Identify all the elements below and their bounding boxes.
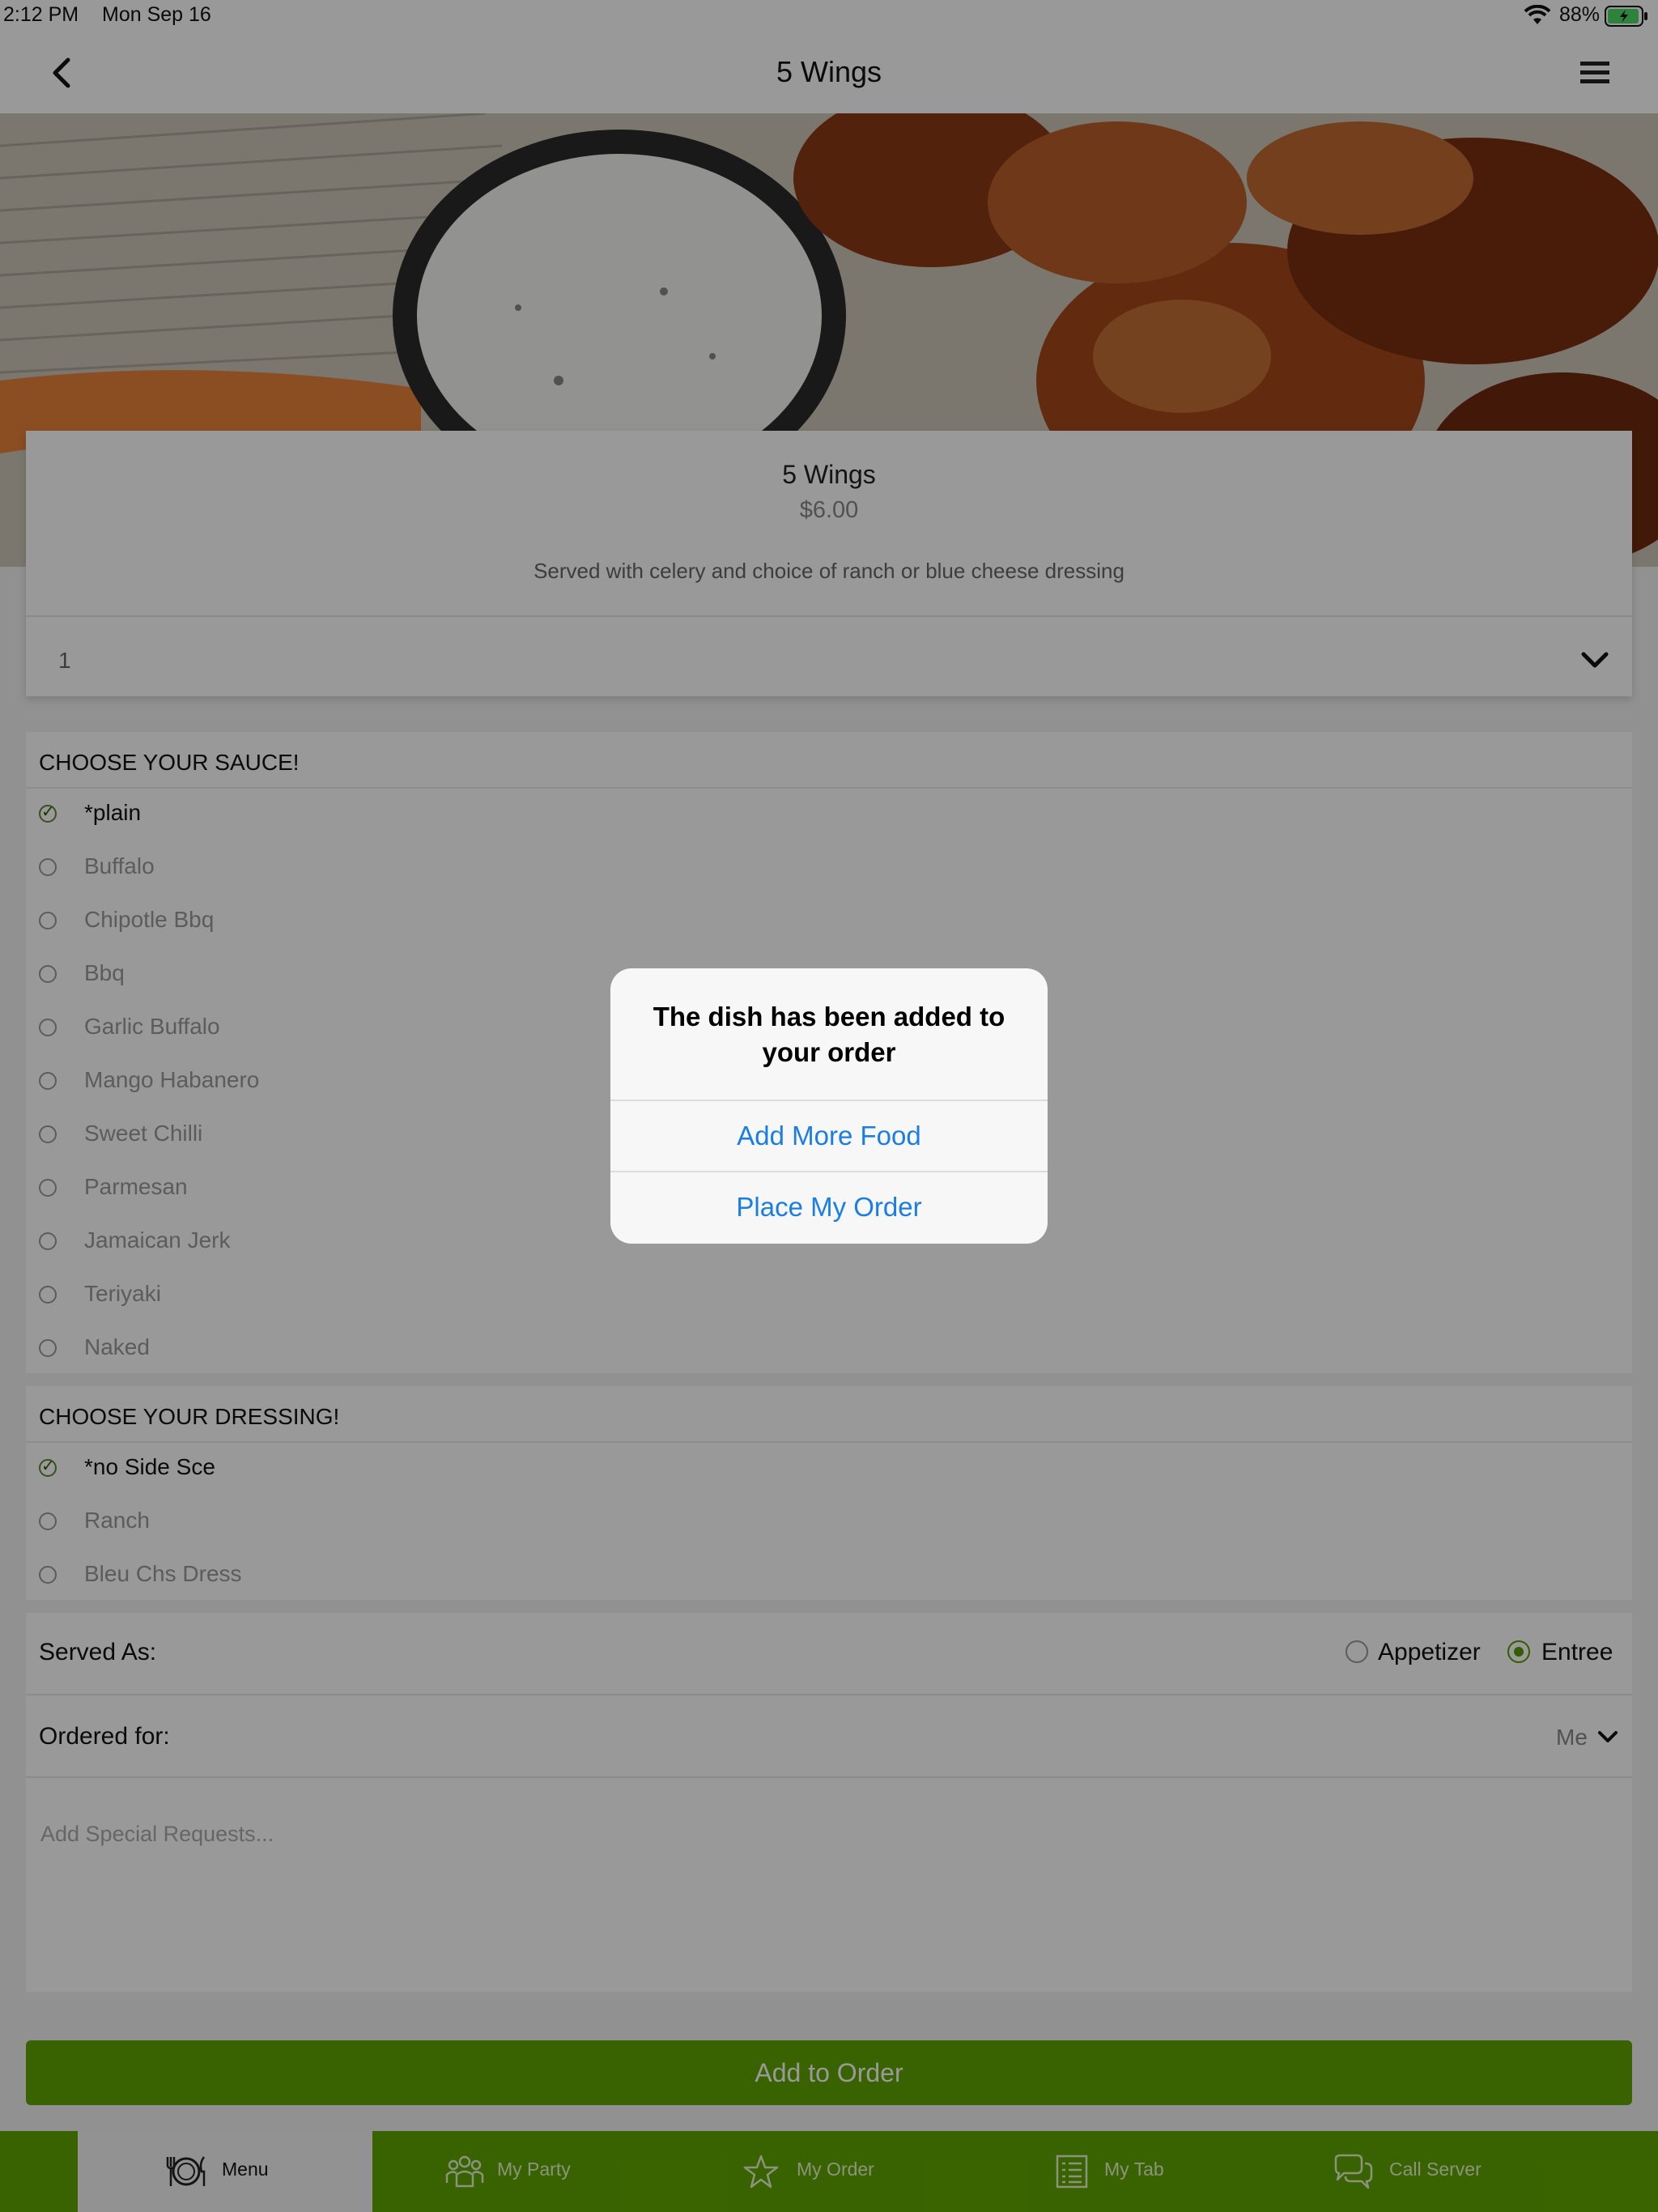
add-more-food-button[interactable]: Add More Food — [610, 1101, 1048, 1171]
added-to-order-alert: The dish has been added to your order Ad… — [610, 968, 1048, 1244]
place-my-order-button[interactable]: Place My Order — [610, 1172, 1048, 1242]
alert-message: The dish has been added to your order — [653, 1002, 1005, 1067]
